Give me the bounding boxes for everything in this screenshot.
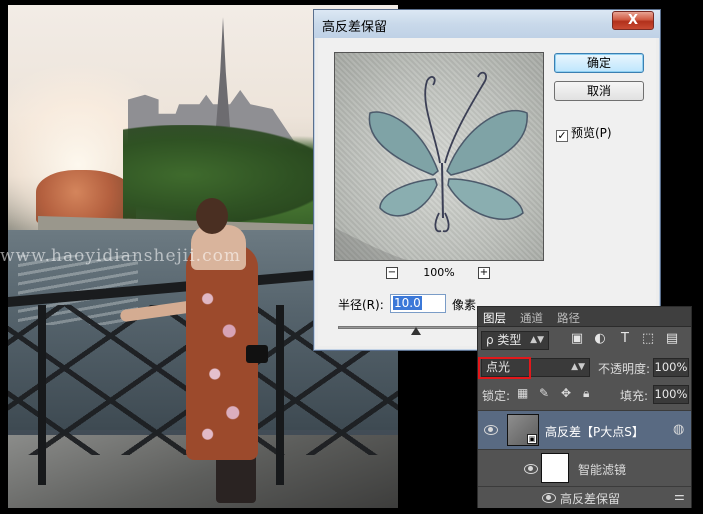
butterfly-tattoo	[335, 71, 528, 260]
radius-unit: 像素	[452, 298, 477, 312]
park-foliage	[123, 125, 333, 225]
type-filter-icon[interactable]: T	[617, 331, 633, 347]
tab-channels[interactable]: 通道	[520, 310, 543, 326]
zoom-in-icon: +	[479, 267, 489, 278]
filter-name: 高反差保留	[560, 492, 621, 506]
lock-position-icon[interactable]: ✥	[561, 386, 571, 400]
ok-button[interactable]: 确定	[554, 53, 644, 73]
smart-object-filter-icon[interactable]: ▤	[664, 331, 680, 347]
radius-input[interactable]: 10.0	[390, 294, 446, 313]
fill-input[interactable]: 100%	[653, 385, 689, 404]
preview-label: 预览(P)	[571, 126, 612, 140]
high-pass-dialog: 高反差保留 X − 100% + 半径(R): 10.0 像素 确定 取消 ✓ …	[313, 9, 661, 351]
close-button[interactable]: X	[612, 11, 654, 30]
smart-object-badge-icon: ▣	[527, 434, 537, 444]
zoom-level: 100%	[423, 266, 455, 279]
opacity-input[interactable]: 100%	[653, 358, 689, 377]
filter-kind-select[interactable]: ρ 类型 ▲▼	[481, 331, 549, 350]
dialog-titlebar[interactable]: 高反差保留 X	[314, 10, 660, 38]
lock-label: 锁定:	[482, 389, 511, 403]
preview-checkbox[interactable]: ✓ 预览(P)	[556, 124, 612, 142]
smart-filters-label: 智能滤镜	[578, 463, 627, 477]
railing-post	[38, 305, 46, 485]
eye-icon[interactable]	[484, 425, 498, 435]
blend-mode-row: 点光 ▲▼ 不透明度: 100%	[478, 355, 691, 382]
watermark: www.haoyidianshejii.com	[0, 246, 241, 266]
fill-label: 填充:	[620, 389, 649, 403]
filter-mask-thumbnail	[541, 453, 569, 483]
tab-paths[interactable]: 路径	[557, 310, 580, 326]
panel-tabs: 图层 通道 路径	[478, 307, 691, 327]
zoom-in-button[interactable]: +	[478, 267, 490, 279]
chevron-down-icon: ▲▼	[571, 362, 585, 372]
cathedral-spire	[216, 17, 230, 127]
eye-icon[interactable]	[524, 464, 538, 474]
shape-filter-icon[interactable]: ⬚	[640, 331, 656, 347]
eye-icon[interactable]	[542, 493, 556, 503]
radius-slider[interactable]	[338, 326, 478, 329]
filter-preview[interactable]	[334, 52, 544, 261]
chevron-down-icon: ▲▼	[530, 335, 544, 345]
layers-panel: 图层 通道 路径 ρ 类型 ▲▼ ▣ ◐ T ⬚ ▤ 点光 ▲▼ 不透明度: 1…	[477, 306, 692, 508]
layer-row-smart-filters[interactable]: 智能滤镜	[478, 451, 691, 487]
layer-row-high-pass[interactable]: 高反差保留 ⚌	[478, 488, 691, 508]
dialog-body: − 100% + 半径(R): 10.0 像素 确定 取消 ✓ 预览(P)	[318, 38, 656, 346]
lock-brush-icon[interactable]: ✎	[539, 386, 549, 400]
lock-row: 锁定: ▦ ✎ ✥ 🔒︎ 填充: 100%	[478, 383, 691, 407]
woman-head	[196, 198, 228, 234]
smart-filter-options-icon[interactable]: ◍	[673, 422, 684, 437]
layer-name: 高反差【P大点S】	[545, 425, 644, 439]
woman-legs	[216, 453, 256, 503]
opacity-label: 不透明度:	[598, 362, 651, 376]
cancel-button[interactable]: 取消	[554, 81, 644, 101]
checkbox-icon: ✓	[556, 129, 568, 142]
filter-options-icon[interactable]: ⚌	[674, 489, 685, 503]
layer-row-selected[interactable]: ▣ 高反差【P大点S】 ◍	[478, 410, 691, 450]
blend-mode-highlight	[478, 357, 531, 379]
railing-post	[276, 305, 284, 485]
camera	[246, 345, 268, 363]
radius-value: 10.0	[393, 296, 422, 310]
adjustment-filter-icon[interactable]: ◐	[592, 331, 608, 347]
lock-pixels-icon[interactable]: ▦	[517, 386, 528, 400]
dialog-title: 高反差保留	[322, 20, 388, 35]
lock-all-icon[interactable]: 🔒︎	[583, 386, 589, 401]
layer-thumbnail: ▣	[507, 414, 539, 446]
filter-kind-value: ρ 类型	[486, 333, 522, 347]
pixel-filter-icon[interactable]: ▣	[569, 331, 585, 347]
close-icon: X	[627, 13, 639, 28]
radius-slider-thumb[interactable]	[411, 327, 421, 335]
zoom-controls: − 100% +	[334, 265, 544, 283]
tab-layers[interactable]: 图层	[483, 310, 506, 326]
radius-label: 半径(R):	[338, 298, 384, 312]
